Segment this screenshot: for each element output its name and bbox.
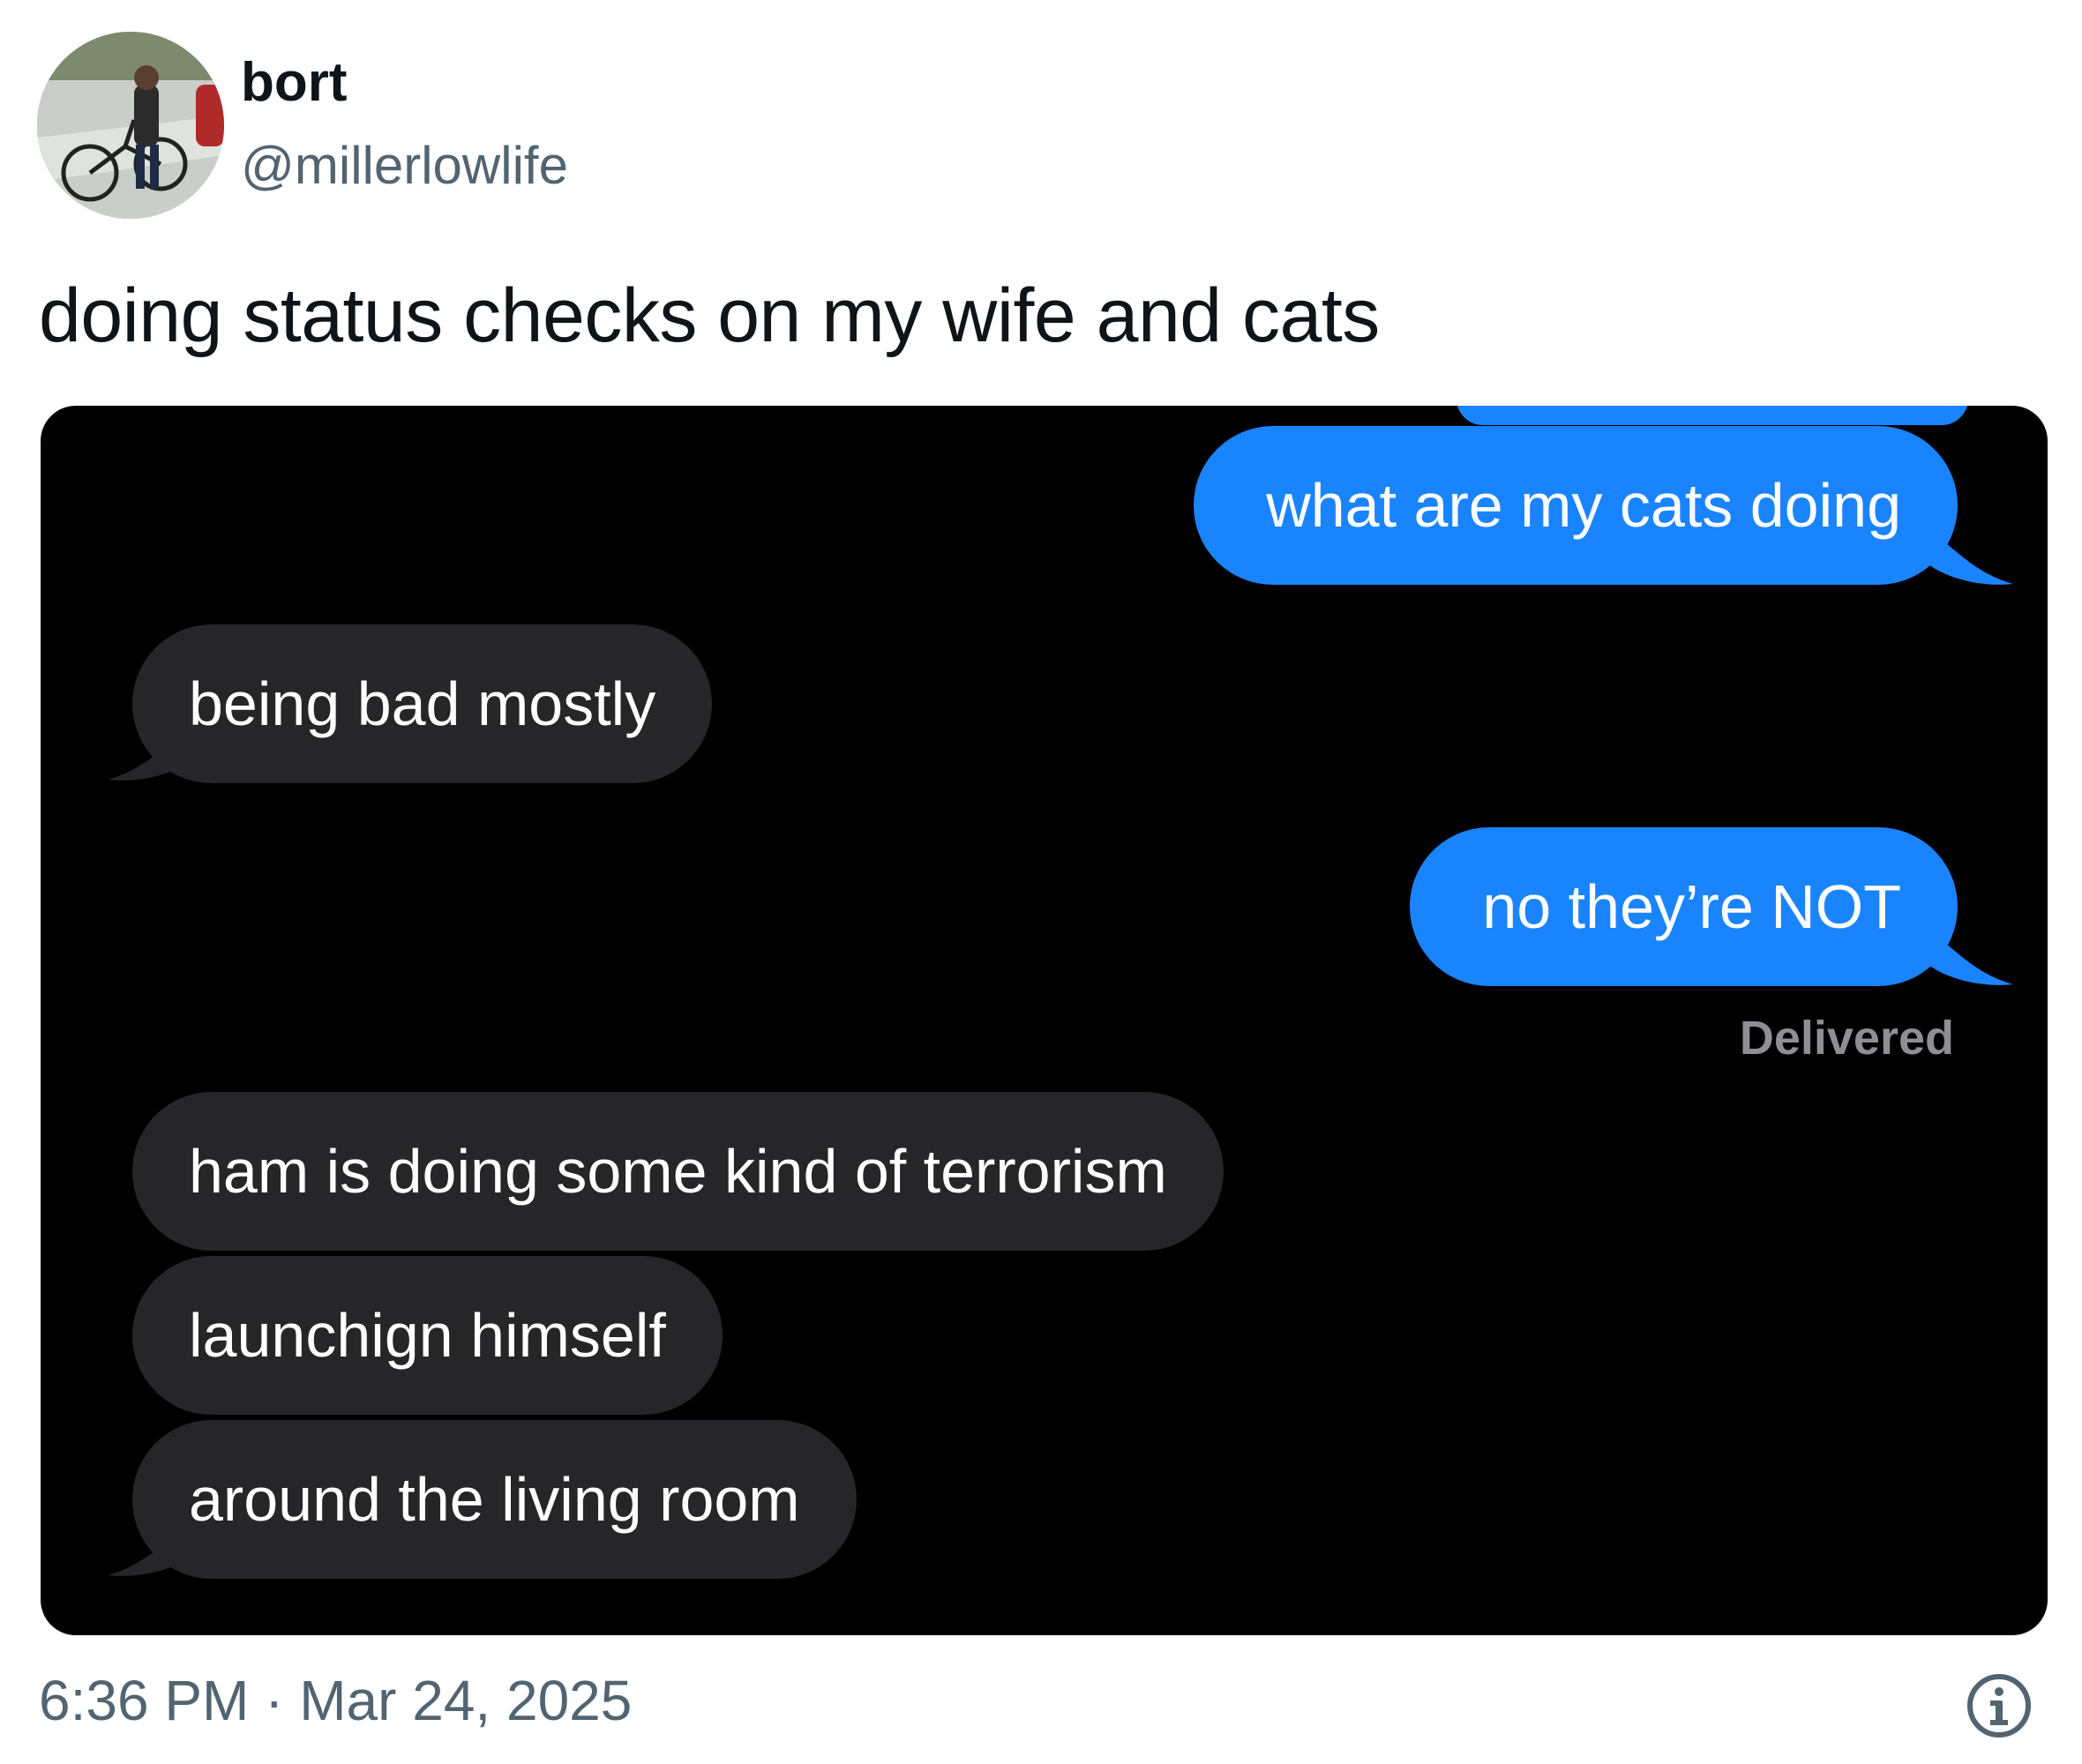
message-text: what are my cats doing: [1266, 471, 1901, 540]
message-text: being bad mostly: [189, 669, 656, 738]
message-text: ham is doing some kind of terrorism: [189, 1137, 1167, 1206]
tweet-timestamp[interactable]: 6:36 PM · Mar 24, 2025: [39, 1665, 632, 1736]
avatar-photo: [37, 32, 224, 219]
incoming-bubble-tail: [108, 1521, 192, 1576]
avatar[interactable]: [37, 32, 224, 219]
outgoing-message-bubble: what are my cats doing: [1194, 426, 1958, 585]
author-handle[interactable]: @millerlowlife: [241, 132, 568, 199]
previous-message-bubble-peek: [1457, 406, 1968, 425]
tweet-media[interactable]: what are my cats doing being bad mostly …: [41, 406, 2048, 1635]
incoming-bubble-tail: [108, 725, 192, 781]
info-icon[interactable]: [1966, 1672, 2033, 1739]
outgoing-bubble-tail: [1928, 930, 2013, 985]
message-text: launchign himself: [189, 1301, 666, 1370]
author-display-name[interactable]: bort: [241, 49, 348, 116]
message-text: no they’re NOT: [1482, 872, 1901, 941]
incoming-message-bubble: around the living room: [132, 1420, 857, 1579]
incoming-message-bubble: launchign himself: [132, 1256, 723, 1415]
message-text: around the living room: [189, 1465, 800, 1534]
incoming-message-bubble: ham is doing some kind of terrorism: [132, 1092, 1224, 1251]
incoming-message-bubble: being bad mostly: [132, 624, 713, 783]
outgoing-bubble-tail: [1928, 529, 2013, 585]
outgoing-message-bubble: no they’re NOT: [1410, 827, 1958, 986]
tweet-text: doing status checks on my wife and cats: [39, 273, 1380, 358]
delivered-receipt: Delivered: [1739, 1012, 1954, 1065]
